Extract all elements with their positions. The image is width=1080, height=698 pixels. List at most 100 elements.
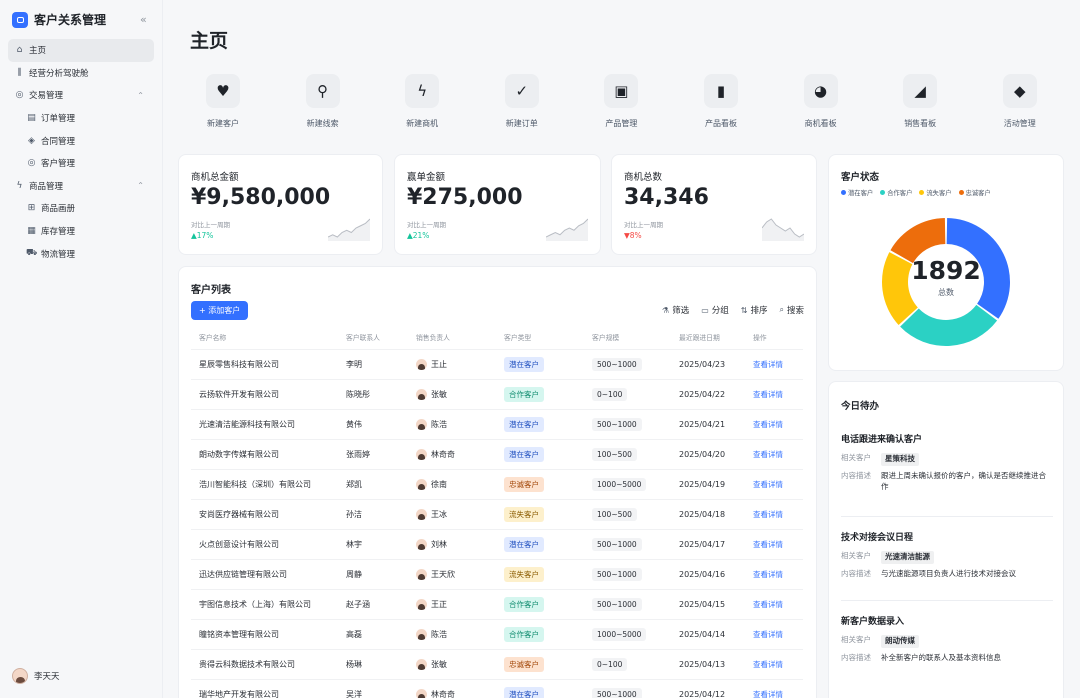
cell-date: 2025/04/17 bbox=[679, 540, 726, 549]
todo-item[interactable]: 电话跟进来确认客户 相关客户 星策科技 内容描述 跟进上周未确认报价的客户，确认是否继续… bbox=[841, 432, 1053, 493]
cell-type: 潜在客户 bbox=[504, 357, 592, 372]
view-details-link[interactable]: 查看详情 bbox=[753, 420, 783, 429]
quick-action-7[interactable]: ◢ 销售看板 bbox=[875, 74, 965, 129]
view-details-link[interactable]: 查看详情 bbox=[753, 450, 783, 459]
quick-action-8[interactable]: ◆ 活动管理 bbox=[975, 74, 1065, 129]
avatar bbox=[416, 389, 427, 400]
cell-customer-name: 安尚医疗器械有限公司 bbox=[199, 510, 279, 519]
quick-action-5[interactable]: ▮ 产品看板 bbox=[676, 74, 766, 129]
view-details-link[interactable]: 查看详情 bbox=[753, 540, 783, 549]
quick-action-3[interactable]: ✓ 新建订单 bbox=[477, 74, 567, 129]
sidebar-item-9[interactable]: ⛟ 物流管理 bbox=[8, 242, 154, 265]
table-row[interactable]: 迅达供应链管理有限公司 周静 王天欣 流失客户 500~1000 2025/04/16 查看… bbox=[191, 560, 803, 590]
sidebar-item-1[interactable]: ⫼ 经营分析驾驶舱 bbox=[8, 62, 154, 85]
inventory-icon: ▦ bbox=[27, 226, 36, 237]
cell-date: 2025/04/12 bbox=[679, 690, 726, 698]
quick-action-label: 新建线索 bbox=[306, 119, 339, 128]
column-header: 最近跟进日期 bbox=[679, 334, 720, 342]
cell-date: 2025/04/18 bbox=[679, 510, 726, 519]
tool-group[interactable]: ▭ 分组 bbox=[701, 304, 729, 317]
sidebar-item-7[interactable]: ⊞ 商品画册 bbox=[8, 197, 154, 220]
quick-action-label: 活动管理 bbox=[1003, 119, 1036, 128]
table-row[interactable]: 云扬软件开发有限公司 陈晓彤 张敏 合作客户 0~100 2025/04/22 查看详情 bbox=[191, 380, 803, 410]
table-row[interactable]: 宇图信息技术（上海）有限公司 赵子涵 王正 合作客户 500~1000 2025/04/1… bbox=[191, 590, 803, 620]
owner-name: 王正 bbox=[431, 600, 447, 609]
quick-action-0[interactable]: ♥ 新建客户 bbox=[178, 74, 268, 129]
view-details-link[interactable]: 查看详情 bbox=[753, 480, 783, 489]
user-name: 李天天 bbox=[34, 672, 60, 682]
todo-key: 内容描述 bbox=[841, 568, 871, 578]
view-details-link[interactable]: 查看详情 bbox=[753, 360, 783, 369]
view-details-link[interactable]: 查看详情 bbox=[753, 690, 783, 698]
user-profile[interactable]: 李天天 bbox=[12, 668, 60, 684]
lightning-icon: ϟ bbox=[405, 74, 440, 108]
view-details-link[interactable]: 查看详情 bbox=[753, 510, 783, 519]
cell-action: 查看详情 bbox=[753, 569, 803, 580]
sidebar-item-2[interactable]: ◎ 交易管理 ⌃ bbox=[8, 84, 154, 107]
table-row[interactable]: 星辰零售科技有限公司 李明 王止 潜在客户 500~1000 2025/04/23 查看详情 bbox=[191, 350, 803, 380]
customer-type-badge: 潜在客户 bbox=[504, 417, 544, 432]
stat-value: ¥9,580,000 bbox=[191, 185, 331, 210]
customer-icon: ◎ bbox=[27, 158, 36, 169]
add-customer-button[interactable]: + 添加客户 bbox=[191, 301, 249, 320]
avatar bbox=[416, 659, 427, 670]
view-details-link[interactable]: 查看详情 bbox=[753, 390, 783, 399]
cell-size: 1000~5000 bbox=[592, 478, 679, 491]
sidebar-item-5[interactable]: ◎ 客户管理 bbox=[8, 152, 154, 175]
owner-name: 王冰 bbox=[431, 510, 447, 519]
cell-action: 查看详情 bbox=[753, 479, 803, 490]
size-pill: 500~1000 bbox=[592, 688, 642, 698]
brand[interactable]: 客户关系管理 bbox=[12, 11, 106, 28]
view-details-link[interactable]: 查看详情 bbox=[753, 570, 783, 579]
cell-customer-name: 星辰零售科技有限公司 bbox=[199, 360, 279, 369]
cell-owner: 林奇奇 bbox=[416, 449, 504, 460]
table-row[interactable]: 浩川智能科技（深圳）有限公司 郑凯 徐南 忠诚客户 1000~5000 2025/04/1… bbox=[191, 470, 803, 500]
cell-owner: 张敏 bbox=[416, 659, 504, 670]
todo-customer-tag: 星策科技 bbox=[881, 453, 919, 466]
todo-item[interactable]: 新客户数据录入 相关客户 朗动传媒 内容描述 补全新客户的联系人及基本资料信息 bbox=[841, 614, 1053, 664]
legend-item: 忠诚客户 bbox=[958, 188, 991, 197]
owner-name: 陈浩 bbox=[431, 420, 447, 429]
chevron-up-icon[interactable]: ⌃ bbox=[137, 181, 144, 190]
sidebar-item-label: 经营分析驾驶舱 bbox=[29, 68, 89, 79]
quick-action-2[interactable]: ϟ 新建商机 bbox=[377, 74, 467, 129]
cell-contact: 张雨婷 bbox=[346, 450, 370, 459]
donut-slice-1[interactable] bbox=[900, 304, 998, 346]
avatar bbox=[12, 668, 28, 684]
size-pill: 0~100 bbox=[592, 658, 628, 671]
cell-owner: 王冰 bbox=[416, 509, 504, 520]
quick-action-1[interactable]: ⚲ 新建线索 bbox=[278, 74, 368, 129]
sidebar-item-label: 商品画册 bbox=[41, 204, 76, 215]
sidebar-item-4[interactable]: ◈ 合同管理 bbox=[8, 129, 154, 152]
view-details-link[interactable]: 查看详情 bbox=[753, 630, 783, 639]
cell-date: 2025/04/20 bbox=[679, 450, 726, 459]
avatar bbox=[416, 359, 427, 370]
cell-type: 潜在客户 bbox=[504, 687, 592, 698]
view-details-link[interactable]: 查看详情 bbox=[753, 660, 783, 669]
table-row[interactable]: 安尚医疗器械有限公司 孙洁 王冰 流失客户 100~500 2025/04/18 查看详情 bbox=[191, 500, 803, 530]
sidebar-item-8[interactable]: ▦ 库存管理 bbox=[8, 220, 154, 243]
todo-desc: 跟进上周未确认报价的客户，确认是否继续推进合作 bbox=[881, 470, 1046, 491]
cell-action: 查看详情 bbox=[753, 359, 803, 370]
double-chevron-left-icon[interactable]: « bbox=[140, 13, 147, 26]
view-details-link[interactable]: 查看详情 bbox=[753, 600, 783, 609]
tool-search[interactable]: ⌕ 搜索 bbox=[780, 304, 805, 316]
sidebar-item-3[interactable]: ▤ 订单管理 bbox=[8, 107, 154, 130]
sidebar-item-label: 商品管理 bbox=[29, 181, 64, 192]
table-row[interactable]: 贵得云科数据技术有限公司 杨琳 张敏 忠诚客户 0~100 2025/04/13 查看详情 bbox=[191, 650, 803, 680]
owner-name: 王天欣 bbox=[431, 570, 455, 579]
table-row[interactable]: 火点创意设计有限公司 林宇 刘林 潜在客户 500~1000 2025/04/17 查看详情 bbox=[191, 530, 803, 560]
sidebar-item-6[interactable]: ϟ 商品管理 ⌃ bbox=[8, 175, 154, 198]
table-row[interactable]: 光速清洁能源科技有限公司 黄伟 陈浩 潜在客户 500~1000 2025/04/21 查看… bbox=[191, 410, 803, 440]
table-row[interactable]: 瞳铭资本管理有限公司 高磊 陈浩 合作客户 1000~5000 2025/04/14 查看详… bbox=[191, 620, 803, 650]
tool-filter[interactable]: ⚗ 筛选 bbox=[662, 304, 689, 317]
sidebar-item-0[interactable]: ⌂ 主页 bbox=[8, 39, 154, 62]
table-row[interactable]: 瑞华地产开发有限公司 吴洋 林奇奇 潜在客户 500~1000 2025/04/12 查看详… bbox=[191, 680, 803, 698]
table-row[interactable]: 朗动数字传媒有限公司 张雨婷 林奇奇 潜在客户 100~500 2025/04/20 查看详… bbox=[191, 440, 803, 470]
quick-action-4[interactable]: ▣ 产品管理 bbox=[576, 74, 666, 129]
cell-type: 合作客户 bbox=[504, 627, 592, 642]
quick-action-6[interactable]: ◕ 商机看板 bbox=[776, 74, 866, 129]
todo-item[interactable]: 技术对接会议日程 相关客户 光速清洁能源 内容描述 与光速能源项目负责人进行技术对接会议 bbox=[841, 530, 1053, 580]
tool-sort[interactable]: ⇅ 排序 bbox=[741, 304, 768, 317]
chevron-up-icon[interactable]: ⌃ bbox=[137, 91, 144, 100]
